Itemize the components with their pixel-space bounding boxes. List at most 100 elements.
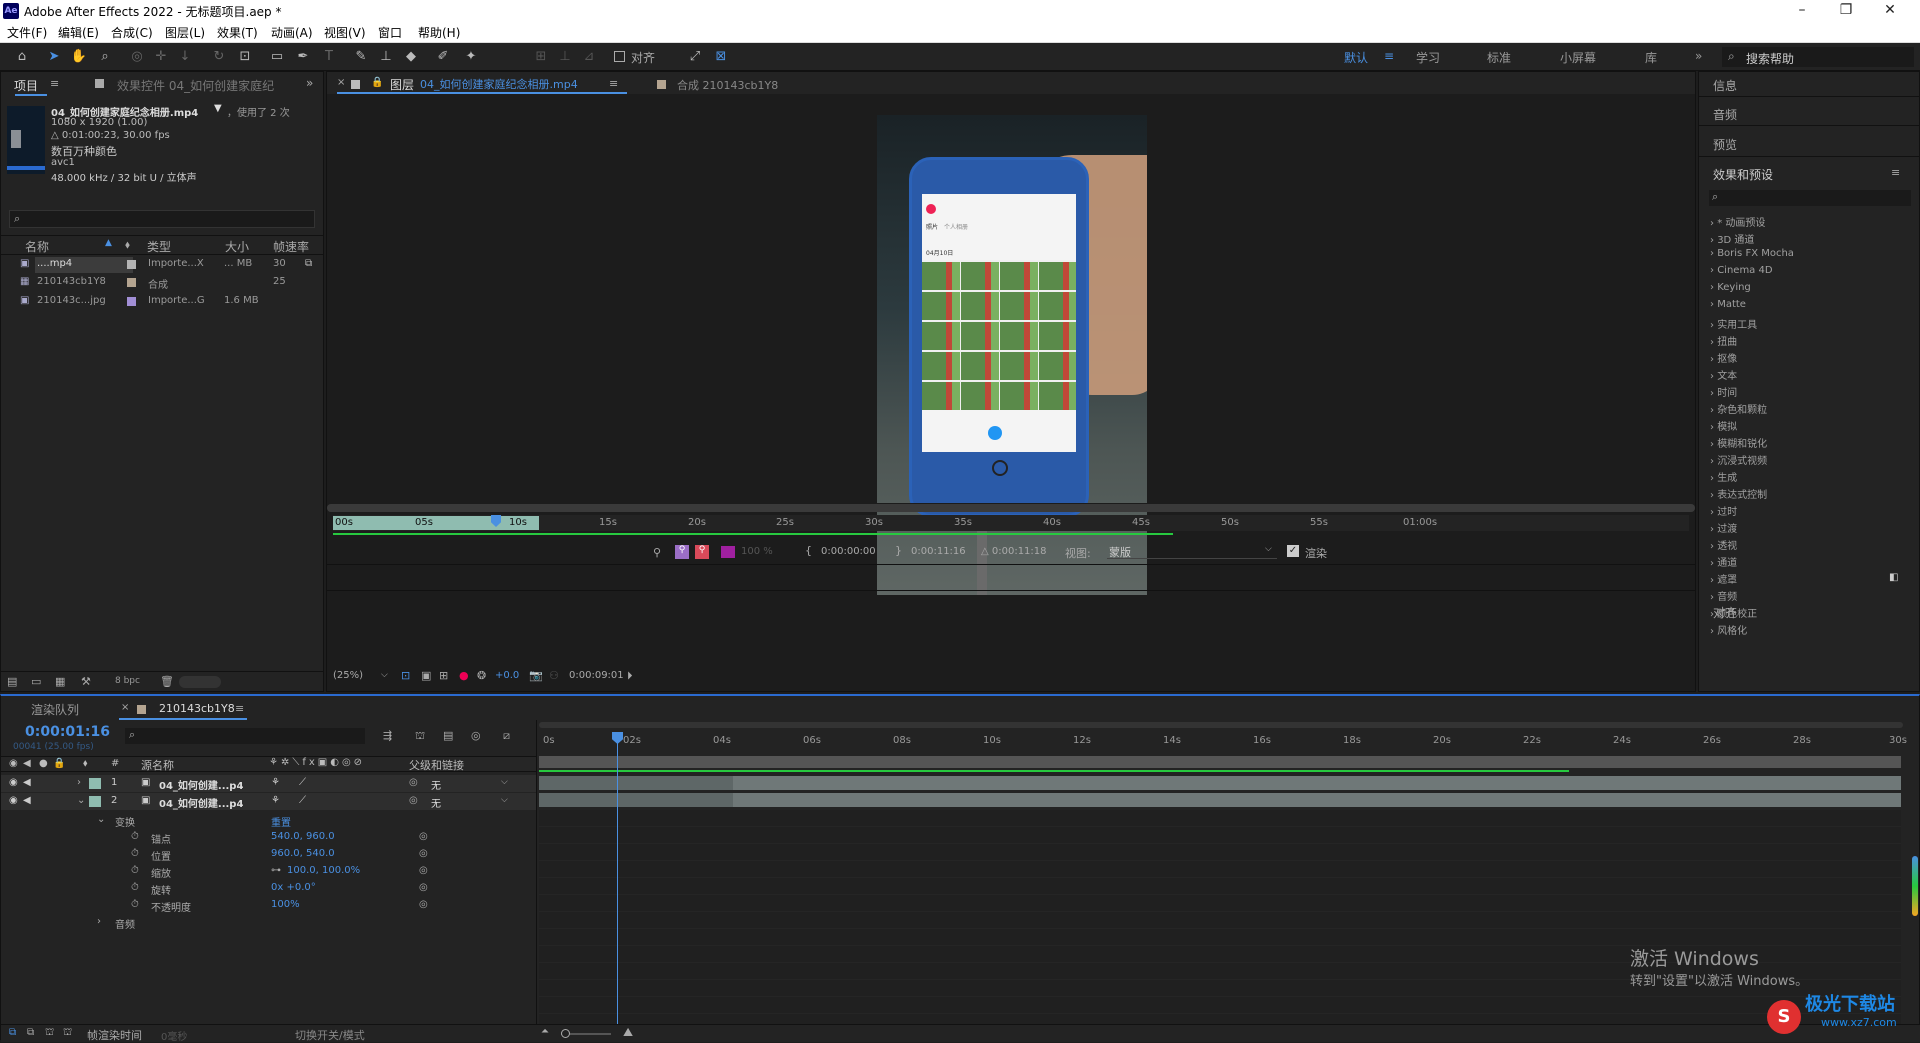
show-snapshot-icon[interactable]: ⚇ xyxy=(549,669,559,682)
expression-icon[interactable]: ◎ xyxy=(419,882,428,893)
close-tab-icon[interactable]: × xyxy=(121,702,129,713)
viewer-menu-icon[interactable]: ≡ xyxy=(609,77,618,90)
list-item[interactable]: ▣ ....mp4 Importe...X ... MB 30 ⧉ xyxy=(15,257,320,273)
exposure-value[interactable]: +0.0 xyxy=(495,670,519,681)
timeline-playhead[interactable] xyxy=(617,732,618,1036)
quality-switch-icon[interactable]: ⟋ xyxy=(299,777,306,788)
tab-effect-controls[interactable]: 效果控件 04_如何创建家庭纪 xyxy=(117,77,274,94)
effect-category[interactable]: › * 动画预设 xyxy=(1710,214,1765,229)
audio-icon[interactable]: ◀ xyxy=(23,795,31,806)
keyframe-area[interactable] xyxy=(539,810,1901,1036)
chevron-down-icon[interactable]: ⌄ xyxy=(97,814,105,825)
transform-group[interactable]: ⌄ 变换 重置 xyxy=(1,812,536,829)
effect-category[interactable]: › 杂色和颗粒 xyxy=(1710,401,1767,416)
color-swatch[interactable] xyxy=(721,546,735,558)
timeline-ruler[interactable]: 0s 02s 04s 06s 08s 10s 12s 14s 16s 18s 2… xyxy=(539,730,1907,752)
timeline-zoom-bar[interactable] xyxy=(539,722,1903,728)
new-folder-icon[interactable]: ▭ xyxy=(31,675,41,688)
effect-category[interactable]: › Cinema 4D xyxy=(1710,265,1773,276)
audio-tab[interactable]: 音频 xyxy=(1713,106,1737,123)
fit-icon[interactable]: ⊡ xyxy=(401,669,410,682)
viewer-zoom-bar[interactable] xyxy=(327,504,1695,512)
current-time[interactable]: 0:00:09:01 xyxy=(569,670,624,681)
workspace-learn[interactable]: 学习 xyxy=(1416,49,1440,66)
menu-file[interactable]: 文件(F) xyxy=(7,24,47,41)
effect-category[interactable]: › 3D 通道 xyxy=(1710,231,1754,246)
pickwhip-icon[interactable]: ◎ xyxy=(409,777,418,788)
workspace-standard[interactable]: 标准 xyxy=(1487,49,1511,66)
workspace-library[interactable]: 库 xyxy=(1645,49,1657,66)
current-time[interactable]: 0:00:01:16 xyxy=(25,724,110,740)
pan-behind-tool-icon[interactable]: ⊡ xyxy=(236,48,254,66)
render-checkbox[interactable]: ✓ xyxy=(1287,545,1299,557)
adjust-icon[interactable]: ⚒ xyxy=(81,675,91,688)
trash-icon[interactable]: 🗑 xyxy=(160,675,174,688)
axis-view-icon[interactable]: ⊿ xyxy=(580,48,598,66)
modes-icon[interactable]: ⧉ xyxy=(27,1027,34,1038)
effect-category[interactable]: › Keying xyxy=(1710,282,1751,293)
play-icon[interactable]: ⏵ xyxy=(627,669,633,683)
label-swatch[interactable] xyxy=(89,796,101,807)
help-search-box[interactable]: ⌕ 搜索帮助 xyxy=(1722,47,1914,67)
audio-group[interactable]: › 音频 xyxy=(1,914,536,931)
menu-help[interactable]: 帮助(H) xyxy=(418,24,460,41)
pen-tool-icon[interactable]: ✒ xyxy=(294,48,312,66)
position-value[interactable]: 960.0, 540.0 xyxy=(271,848,335,859)
tab-layer[interactable]: 04_如何创建家庭纪念相册.mp4 xyxy=(420,76,578,92)
constrain-link-icon[interactable]: ⊶ xyxy=(271,865,281,876)
motion-blur-icon[interactable]: ⚲ xyxy=(695,545,709,559)
roto-brush-icon[interactable]: ✐ xyxy=(434,48,452,66)
zoom-in-icon[interactable]: ⛰ xyxy=(623,1025,633,1040)
effect-category[interactable]: › 遮罩 xyxy=(1710,571,1737,586)
menu-animation[interactable]: 动画(A) xyxy=(271,24,313,41)
clone-stamp-icon[interactable]: ⊥ xyxy=(377,48,395,66)
view-dropdown[interactable]: 蒙版 ⌵ xyxy=(1107,543,1277,559)
lock-icon[interactable]: 🔒 xyxy=(371,77,383,88)
preview-tab[interactable]: 预览 xyxy=(1713,136,1737,153)
grid-icon[interactable]: ⊞ xyxy=(439,669,448,682)
out-point-icon[interactable]: } xyxy=(895,544,902,557)
expression-icon[interactable]: ◎ xyxy=(419,865,428,876)
effect-category[interactable]: › 模糊和锐化 xyxy=(1710,435,1767,450)
rgb-channels-icon[interactable]: ● xyxy=(459,669,469,682)
solo-icon[interactable]: ● xyxy=(39,758,48,769)
type-tool-icon[interactable]: T xyxy=(320,48,338,66)
quality-switch-icon[interactable]: ⟋ xyxy=(299,795,306,806)
list-item[interactable]: ▣ 210143c...jpg Importe...G 1.6 MB xyxy=(15,294,325,310)
new-comp-icon[interactable]: ▦ xyxy=(55,675,65,688)
close-tab-icon[interactable]: × xyxy=(337,77,345,88)
effect-category[interactable]: › 音频 xyxy=(1710,588,1737,603)
asset-dropdown-icon[interactable]: ▼ xyxy=(214,103,222,114)
dolly-tool-icon[interactable]: ↓ xyxy=(176,48,194,66)
stopwatch-icon[interactable]: ⏱ xyxy=(131,831,139,842)
in-point-icon[interactable]: { xyxy=(805,544,812,557)
col-type[interactable]: 类型 xyxy=(147,238,171,255)
visibility-icon[interactable]: ◉ xyxy=(9,758,18,769)
effect-category[interactable]: › 时间 xyxy=(1710,384,1737,399)
layer-search-input[interactable]: ⌕ xyxy=(125,728,365,744)
table-row[interactable]: ◉ ◀ › 1 ▣ 04_如何创建...p4 ⚘ ⟋ ◎ 无 ⌵ xyxy=(1,775,536,792)
chevron-right-icon[interactable]: › xyxy=(97,916,101,927)
list-item[interactable]: ▦ 210143cb1Y8 合成 25 xyxy=(15,275,325,291)
scale-value[interactable]: 100.0, 100.0% xyxy=(287,865,360,876)
close-icon[interactable]: ✕ xyxy=(1870,2,1910,18)
effect-category[interactable]: › 抠像 xyxy=(1710,350,1737,365)
opacity-value[interactable]: 100 % xyxy=(741,546,773,557)
expression-icon[interactable]: ◎ xyxy=(419,899,428,910)
effect-category[interactable]: › 模拟 xyxy=(1710,418,1737,433)
new-preset-icon[interactable]: ◧ xyxy=(1889,572,1898,583)
effects-menu-icon[interactable]: ≡ xyxy=(1891,166,1900,179)
effect-category[interactable]: › 过渡 xyxy=(1710,520,1737,535)
workspace-default[interactable]: 默认 xyxy=(1344,49,1368,66)
time-in[interactable]: 0:00:00:00 xyxy=(821,546,876,557)
parent-dropdown[interactable]: 无 xyxy=(431,777,441,792)
opacity-value[interactable]: 100% xyxy=(271,899,300,910)
render-time-icon[interactable]: ⛫ xyxy=(63,1027,72,1040)
comp-flowchart-icon[interactable]: ⇶ xyxy=(383,729,392,742)
snap-grid-icon[interactable]: ⊠ xyxy=(712,48,730,66)
eraser-tool-icon[interactable]: ◆ xyxy=(402,48,420,66)
chevron-right-icon[interactable]: › xyxy=(77,777,81,788)
pickwhip-icon[interactable]: ◎ xyxy=(409,795,418,806)
label-icon[interactable]: ⬧ xyxy=(83,758,88,769)
align-checkbox[interactable] xyxy=(614,51,625,62)
